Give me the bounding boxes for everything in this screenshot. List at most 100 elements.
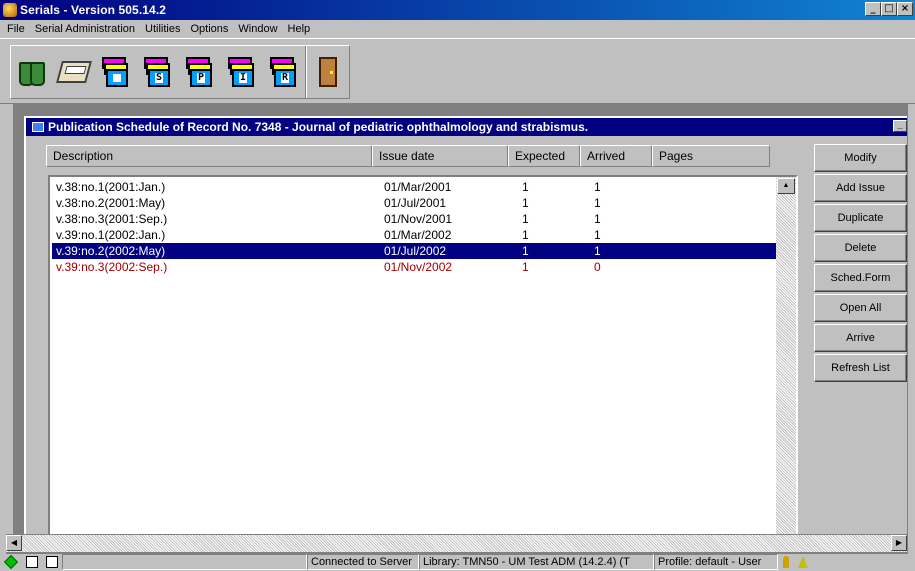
doc-r-icon: R bbox=[270, 57, 298, 87]
mdi-horizontal-scrollbar[interactable]: ◀ ▶ bbox=[6, 534, 907, 552]
doc-s-button[interactable]: S bbox=[137, 46, 179, 98]
refresh-list-button[interactable]: Refresh List bbox=[814, 354, 907, 382]
mdi-vertical-scrollbar[interactable] bbox=[907, 104, 915, 554]
table-row[interactable]: v.38:no.1(2001:Jan.) 01/Mar/2001 1 1 bbox=[52, 179, 778, 195]
menu-options[interactable]: Options bbox=[185, 23, 233, 35]
status-empty-panel bbox=[62, 554, 307, 570]
connection-status-icon bbox=[3, 554, 19, 570]
cell-arrived: 1 bbox=[594, 180, 601, 194]
app-title: Serials - Version 505.14.2 bbox=[20, 3, 167, 17]
search-button[interactable] bbox=[11, 46, 53, 98]
column-header-pages[interactable]: Pages bbox=[652, 145, 770, 167]
scroll-right-arrow-icon[interactable]: ▶ bbox=[891, 535, 907, 551]
cell-arrived: 1 bbox=[594, 212, 601, 226]
schedule-doc-icon bbox=[102, 57, 130, 87]
maximize-button[interactable]: □ bbox=[881, 2, 897, 16]
subwindow-title-bar[interactable]: Publication Schedule of Record No. 7348 … bbox=[26, 118, 913, 136]
table-row-selected[interactable]: v.39:no.2(2002:May) 01/Jul/2002 1 1 bbox=[52, 243, 778, 259]
menu-bar: File Serial Administration Utilities Opt… bbox=[0, 20, 915, 38]
book-icon bbox=[26, 556, 38, 568]
cell-expected: 1 bbox=[522, 228, 529, 242]
serials-app-icon[interactable] bbox=[3, 3, 17, 17]
menu-window[interactable]: Window bbox=[233, 23, 282, 35]
cell-arrived: 1 bbox=[594, 244, 601, 258]
menu-file[interactable]: File bbox=[2, 23, 30, 35]
key-icon bbox=[783, 556, 789, 568]
cell-arrived: 0 bbox=[594, 260, 601, 274]
action-buttons: Modify Add Issue Duplicate Delete Sched.… bbox=[814, 144, 907, 384]
list-header: Description Issue date Expected Arrived … bbox=[46, 145, 778, 167]
cell-expected: 1 bbox=[522, 244, 529, 258]
menu-serial-administration[interactable]: Serial Administration bbox=[30, 23, 140, 35]
status-bar: Connected to Server Library: TMN50 - UM … bbox=[0, 553, 915, 571]
column-header-description[interactable]: Description bbox=[46, 145, 372, 167]
modify-button[interactable]: Modify bbox=[814, 144, 907, 172]
subwindow-title: Publication Schedule of Record No. 7348 … bbox=[48, 120, 589, 134]
cell-description: v.39:no.1(2002:Jan.) bbox=[56, 228, 166, 242]
menu-help[interactable]: Help bbox=[283, 23, 316, 35]
column-header-issue-date[interactable]: Issue date bbox=[372, 145, 508, 167]
book-icon bbox=[46, 556, 58, 568]
cell-issue-date: 01/Mar/2002 bbox=[384, 228, 452, 242]
cell-arrived: 1 bbox=[594, 228, 601, 242]
doc-i-button[interactable]: I bbox=[221, 46, 263, 98]
close-button[interactable]: × bbox=[897, 2, 913, 16]
sched-form-button[interactable]: Sched.Form bbox=[814, 264, 907, 292]
scroll-left-arrow-icon[interactable]: ◀ bbox=[6, 535, 22, 551]
card-tray-icon bbox=[56, 61, 92, 83]
binoculars-icon bbox=[19, 58, 45, 86]
column-header-arrived[interactable]: Arrived bbox=[580, 145, 652, 167]
table-row[interactable]: v.38:no.3(2001:Sep.) 01/Nov/2001 1 1 bbox=[52, 211, 778, 227]
cell-issue-date: 01/Mar/2001 bbox=[384, 180, 452, 194]
cell-expected: 1 bbox=[522, 212, 529, 226]
scroll-up-arrow-icon[interactable]: ▲ bbox=[777, 178, 795, 194]
doc-p-icon: P bbox=[186, 57, 214, 87]
cell-description: v.39:no.2(2002:May) bbox=[56, 244, 166, 258]
minimize-button[interactable]: _ bbox=[865, 2, 881, 16]
delete-button[interactable]: Delete bbox=[814, 234, 907, 262]
toolbar: S P I R bbox=[0, 38, 915, 104]
toolbar-group: S P I R bbox=[10, 45, 350, 99]
subwindow-minimize-button[interactable]: _ bbox=[893, 120, 907, 132]
open-all-button[interactable]: Open All bbox=[814, 294, 907, 322]
exit-door-icon bbox=[319, 57, 337, 87]
cell-issue-date: 01/Nov/2001 bbox=[384, 212, 453, 226]
table-row[interactable]: v.38:no.2(2001:May) 01/Jul/2001 1 1 bbox=[52, 195, 778, 211]
cell-description: v.38:no.2(2001:May) bbox=[56, 196, 166, 210]
window-controls: _ □ × bbox=[865, 2, 913, 16]
lamp-icon bbox=[798, 556, 808, 568]
arrive-button[interactable]: Arrive bbox=[814, 324, 907, 352]
list-vertical-scrollbar[interactable]: ▲ bbox=[776, 177, 796, 538]
cell-expected: 1 bbox=[522, 260, 529, 274]
cell-issue-date: 01/Jul/2002 bbox=[384, 244, 447, 258]
doc-p-button[interactable]: P bbox=[179, 46, 221, 98]
menu-utilities[interactable]: Utilities bbox=[140, 23, 185, 35]
app-title-bar[interactable]: Serials - Version 505.14.2 _ □ × bbox=[0, 0, 915, 20]
cell-issue-date: 01/Jul/2001 bbox=[384, 196, 447, 210]
table-row-pending[interactable]: v.39:no.3(2002:Sep.) 01/Nov/2002 1 0 bbox=[52, 259, 778, 275]
doc-r-button[interactable]: R bbox=[263, 46, 305, 98]
cell-arrived: 1 bbox=[594, 196, 601, 210]
exit-button[interactable] bbox=[307, 46, 349, 98]
subwindow-icon[interactable] bbox=[32, 122, 44, 132]
doc-i-icon: I bbox=[228, 57, 256, 87]
cell-description: v.39:no.3(2002:Sep.) bbox=[56, 260, 168, 274]
cell-expected: 1 bbox=[522, 196, 529, 210]
cell-issue-date: 01/Nov/2002 bbox=[384, 260, 453, 274]
table-row[interactable]: v.39:no.1(2002:Jan.) 01/Mar/2002 1 1 bbox=[52, 227, 778, 243]
cell-description: v.38:no.3(2001:Sep.) bbox=[56, 212, 168, 226]
doc-s-icon: S bbox=[144, 57, 172, 87]
duplicate-button[interactable]: Duplicate bbox=[814, 204, 907, 232]
status-library: Library: TMN50 - UM Test ADM (14.2.4) (T bbox=[419, 554, 654, 570]
column-header-expected[interactable]: Expected bbox=[508, 145, 580, 167]
list-body: v.38:no.1(2001:Jan.) 01/Mar/2001 1 1 v.3… bbox=[48, 175, 798, 540]
cell-expected: 1 bbox=[522, 180, 529, 194]
card-tray-button[interactable] bbox=[53, 46, 95, 98]
status-connection: Connected to Server bbox=[307, 554, 419, 570]
status-profile: Profile: default - User bbox=[654, 554, 778, 570]
add-issue-button[interactable]: Add Issue bbox=[814, 174, 907, 202]
issue-list: Description Issue date Expected Arrived … bbox=[46, 145, 812, 540]
background-window-edge bbox=[6, 104, 14, 534]
schedule-button[interactable] bbox=[95, 46, 137, 98]
cell-description: v.38:no.1(2001:Jan.) bbox=[56, 180, 166, 194]
